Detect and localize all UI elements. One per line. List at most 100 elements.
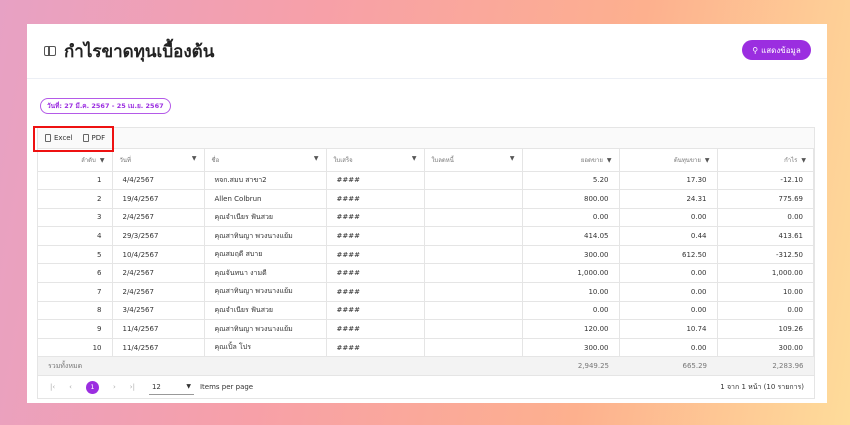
column-header[interactable]: ชื่อ ▼ — [204, 149, 327, 172]
column-header[interactable]: กำไร ▼ — [717, 149, 814, 172]
next-page-icon[interactable]: › — [113, 383, 116, 391]
page-info: 1 จาก 1 หน้า (10 รายการ) — [720, 382, 804, 391]
search-icon: ⚲ — [752, 45, 759, 55]
chevron-down-icon: ▼ — [186, 383, 191, 391]
table-cell: 414.05 — [522, 226, 620, 246]
sort-arrow-icon[interactable]: ▼ — [412, 155, 417, 162]
table-row[interactable]: 7 2/4/2567 คุณสาทินญา พวงนางแย้ม #### 10.00 0… — [38, 282, 814, 302]
table-cell — [424, 208, 523, 228]
table-cell: 29/3/2567 — [112, 226, 205, 246]
table-cell: 11/4/2567 — [112, 319, 205, 339]
table-cell: คุณสมฤดี สบาย — [204, 245, 327, 265]
table-cell — [424, 301, 523, 321]
items-per-page-label: Items per page — [199, 383, 254, 392]
table-cell: 24.31 — [619, 189, 718, 209]
table-cell: 0.00 — [717, 208, 814, 228]
table-cell: #### — [326, 301, 425, 321]
table-cell: คุณเปิ้ล โปร — [204, 338, 327, 358]
totals-row: รวมทั้งหมด 2,949.25 665.29 2,283.96 — [38, 356, 814, 377]
table-cell: 800.00 — [522, 189, 620, 209]
column-label: ต้นทุนขาย — [673, 156, 701, 164]
column-header[interactable]: ยอดขาย ▼ — [522, 149, 620, 172]
column-label: ใบเสร็จ — [333, 156, 353, 164]
show-data-button[interactable]: ⚲ แสดงข้อมูล — [742, 40, 811, 60]
page-header: กำไรขาดทุนเบื้องต้น ⚲ แสดงข้อมูล — [27, 24, 827, 79]
table-cell: 2/4/2567 — [112, 282, 205, 302]
table-cell: #### — [326, 263, 425, 284]
date-range-chip[interactable]: วันที่: 27 มี.ค. 2567 - 25 เม.ย. 2567 — [40, 98, 171, 114]
table-row[interactable]: 3 2/4/2567 คุณจำเนียร ฟันสวย #### 0.00 0.00 0.… — [38, 208, 814, 228]
table-cell: 120.00 — [522, 319, 620, 339]
table-cell: 8 — [38, 301, 113, 321]
table-row[interactable]: 9 11/4/2567 คุณสาทินญา พวงนางแย้ม #### 120.0… — [38, 319, 814, 339]
sidebar-toggle-icon[interactable] — [44, 46, 56, 56]
table-cell: 0.00 — [619, 208, 718, 228]
table-row[interactable]: 8 3/4/2567 คุณจำเนียร ฟันสวย #### 0.00 0.00 0.… — [38, 301, 814, 321]
table-cell: 5.20 — [522, 171, 620, 191]
table-row[interactable]: 2 19/4/2567 Allen Colbrun #### 800.00 24.31 77… — [38, 189, 814, 209]
table-cell: คุณจำเนียร ฟันสวย — [204, 208, 327, 228]
table-row[interactable]: 6 2/4/2567 คุณจันทนา งามดี #### 1,000.00 0.00… — [38, 263, 814, 284]
sort-arrow-icon[interactable]: ▼ — [510, 155, 515, 162]
table-cell: 109.26 — [717, 319, 814, 339]
highlight-box — [33, 126, 114, 152]
report-table: ลำดับ ▼ วันที่ ▼ ชื่อ ▼ ใบเสร็จ ▼ ใบลดหนี้ ▼ ยอดขา… — [38, 149, 814, 377]
table-cell: หจก.สมบ สาขา2 — [204, 171, 327, 191]
table-cell: คุณสาทินญา พวงนางแย้ม — [204, 282, 327, 302]
sort-arrow-icon[interactable]: ▼ — [314, 155, 319, 162]
table-cell: 10.00 — [717, 282, 814, 302]
table-row[interactable]: 4 29/3/2567 คุณสาทินญา พวงนางแย้ม #### 414.0… — [38, 226, 814, 246]
sort-arrow-icon[interactable]: ▼ — [607, 157, 612, 164]
column-header[interactable]: วันที่ ▼ — [112, 149, 205, 172]
table-row[interactable]: 10 11/4/2567 คุณเปิ้ล โปร #### 300.00 0.00 300… — [38, 338, 814, 358]
table-cell: #### — [326, 245, 425, 265]
table-cell: 612.50 — [619, 245, 718, 265]
table-row[interactable]: 5 10/4/2567 คุณสมฤดี สบาย #### 300.00 612.50-… — [38, 245, 814, 265]
table-cell: -312.50 — [717, 245, 814, 265]
table-cell: 0.00 — [619, 263, 718, 284]
table-cell: -12.10 — [717, 171, 814, 191]
table-cell: #### — [326, 189, 425, 209]
table-cell — [424, 171, 523, 191]
table-cell: คุณจำเนียร ฟันสวย — [204, 301, 327, 321]
column-header[interactable]: ลำดับ ▼ — [38, 149, 113, 172]
table-cell: 3/4/2567 — [112, 301, 205, 321]
table-cell: 11/4/2567 — [112, 338, 205, 358]
page-1-button[interactable]: 1 — [85, 380, 99, 394]
sort-arrow-icon[interactable]: ▼ — [801, 157, 806, 164]
table-cell: 10.00 — [522, 282, 620, 302]
first-page-icon[interactable]: |‹ — [50, 383, 55, 391]
table-cell — [424, 263, 523, 284]
table-cell — [424, 226, 523, 246]
table-cell: 5 — [38, 245, 113, 265]
page-title: กำไรขาดทุนเบื้องต้น — [64, 41, 215, 62]
table-cell: #### — [326, 226, 425, 246]
table-cell: 10/4/2567 — [112, 245, 205, 265]
table-cell: 3 — [38, 208, 113, 228]
table-cell: #### — [326, 338, 425, 358]
table-row[interactable]: 1 4/4/2567 หจก.สมบ สาขา2 #### 5.20 17.30 -12.1… — [38, 171, 814, 191]
table-cell: #### — [326, 171, 425, 191]
table-cell: 4/4/2567 — [112, 171, 205, 191]
table-cell: 413.61 — [717, 226, 814, 246]
prev-page-icon[interactable]: ‹ — [69, 383, 72, 391]
column-header[interactable]: ใบเสร็จ ▼ — [326, 149, 425, 172]
column-header[interactable]: ใบลดหนี้ ▼ — [424, 149, 523, 172]
table-cell: 1,000.00 — [717, 263, 814, 284]
table-cell: 10 — [38, 338, 113, 358]
column-label: ชื่อ — [211, 156, 220, 164]
last-page-icon[interactable]: ›| — [130, 383, 135, 391]
table-cell: คุณจันทนา งามดี — [204, 263, 327, 284]
table-cell: 2/4/2567 — [112, 263, 205, 284]
table-cell: 300.00 — [522, 338, 620, 358]
sort-arrow-icon[interactable]: ▼ — [705, 157, 710, 164]
table-cell: 0.00 — [717, 301, 814, 321]
page-size-select[interactable]: 12 ▼ — [148, 380, 194, 395]
sort-arrow-icon[interactable]: ▼ — [100, 157, 105, 164]
column-header[interactable]: ต้นทุนขาย ▼ — [619, 149, 718, 172]
table-cell — [424, 338, 523, 358]
table-cell: 775.69 — [717, 189, 814, 209]
sort-arrow-icon[interactable]: ▼ — [192, 155, 197, 162]
report-card: กำไรขาดทุนเบื้องต้น ⚲ แสดงข้อมูล วันที่: … — [27, 24, 827, 403]
table-cell: #### — [326, 208, 425, 228]
